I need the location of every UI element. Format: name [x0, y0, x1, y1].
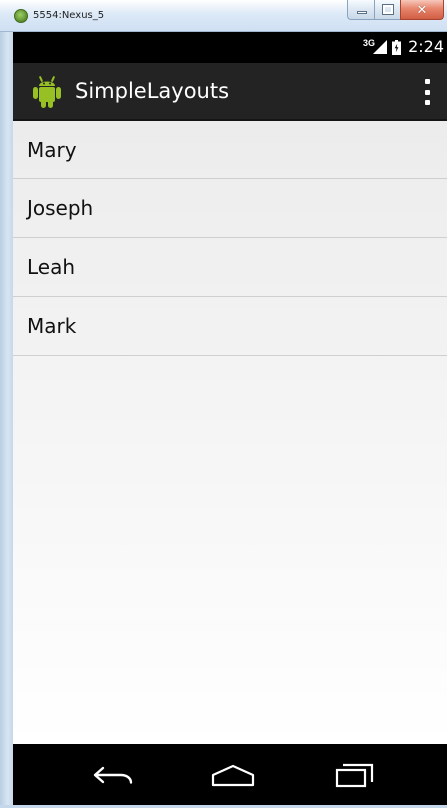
- minimize-icon: [357, 11, 367, 14]
- overflow-menu-dot: [424, 89, 430, 95]
- status-time: 2:24: [408, 37, 444, 56]
- content-area: Mary Joseph Leah Mark: [13, 121, 447, 744]
- emulator-window: 5554:Nexus_5 ✕ 3G 2:24 SimpleLayouts Mar…: [0, 0, 447, 808]
- signal-icon: [373, 40, 388, 54]
- maximize-button[interactable]: [374, 0, 400, 20]
- window-controls: ✕: [347, 0, 444, 22]
- home-button[interactable]: [207, 760, 259, 790]
- overflow-menu-icon[interactable]: [422, 79, 432, 105]
- app-title: SimpleLayouts: [75, 79, 230, 103]
- action-bar: SimpleLayouts: [13, 63, 447, 121]
- list-item-mark[interactable]: Mark: [13, 297, 447, 356]
- emulator-app-icon: [14, 9, 28, 23]
- battery-icon: [392, 39, 402, 55]
- overflow-menu-dot: [424, 100, 430, 105]
- navigation-bar: [13, 744, 447, 805]
- home-icon: [211, 764, 255, 787]
- android-logo-icon: [33, 76, 61, 108]
- minimize-button[interactable]: [347, 0, 374, 20]
- overflow-menu-dot: [424, 79, 430, 84]
- status-bar: 3G 2:24: [13, 32, 447, 63]
- emulator-frame-left: [0, 32, 13, 808]
- back-icon: [93, 766, 133, 784]
- maximize-icon: [383, 5, 393, 14]
- status-icons: 3G 2:24: [363, 38, 444, 56]
- back-button[interactable]: [87, 760, 139, 790]
- names-list: Mary Joseph Leah Mark: [13, 121, 447, 356]
- android-screen: 3G 2:24 SimpleLayouts Mary Joseph Leah M…: [13, 32, 447, 805]
- close-button[interactable]: ✕: [400, 0, 444, 20]
- recent-apps-icon: [335, 763, 374, 788]
- list-item-mary[interactable]: Mary: [13, 121, 447, 179]
- close-icon: ✕: [416, 1, 428, 17]
- list-item-joseph[interactable]: Joseph: [13, 179, 447, 238]
- window-title-bar[interactable]: 5554:Nexus_5 ✕: [0, 0, 447, 32]
- window-title: 5554:Nexus_5: [33, 10, 105, 21]
- list-item-leah[interactable]: Leah: [13, 238, 447, 297]
- recent-apps-button[interactable]: [329, 760, 381, 790]
